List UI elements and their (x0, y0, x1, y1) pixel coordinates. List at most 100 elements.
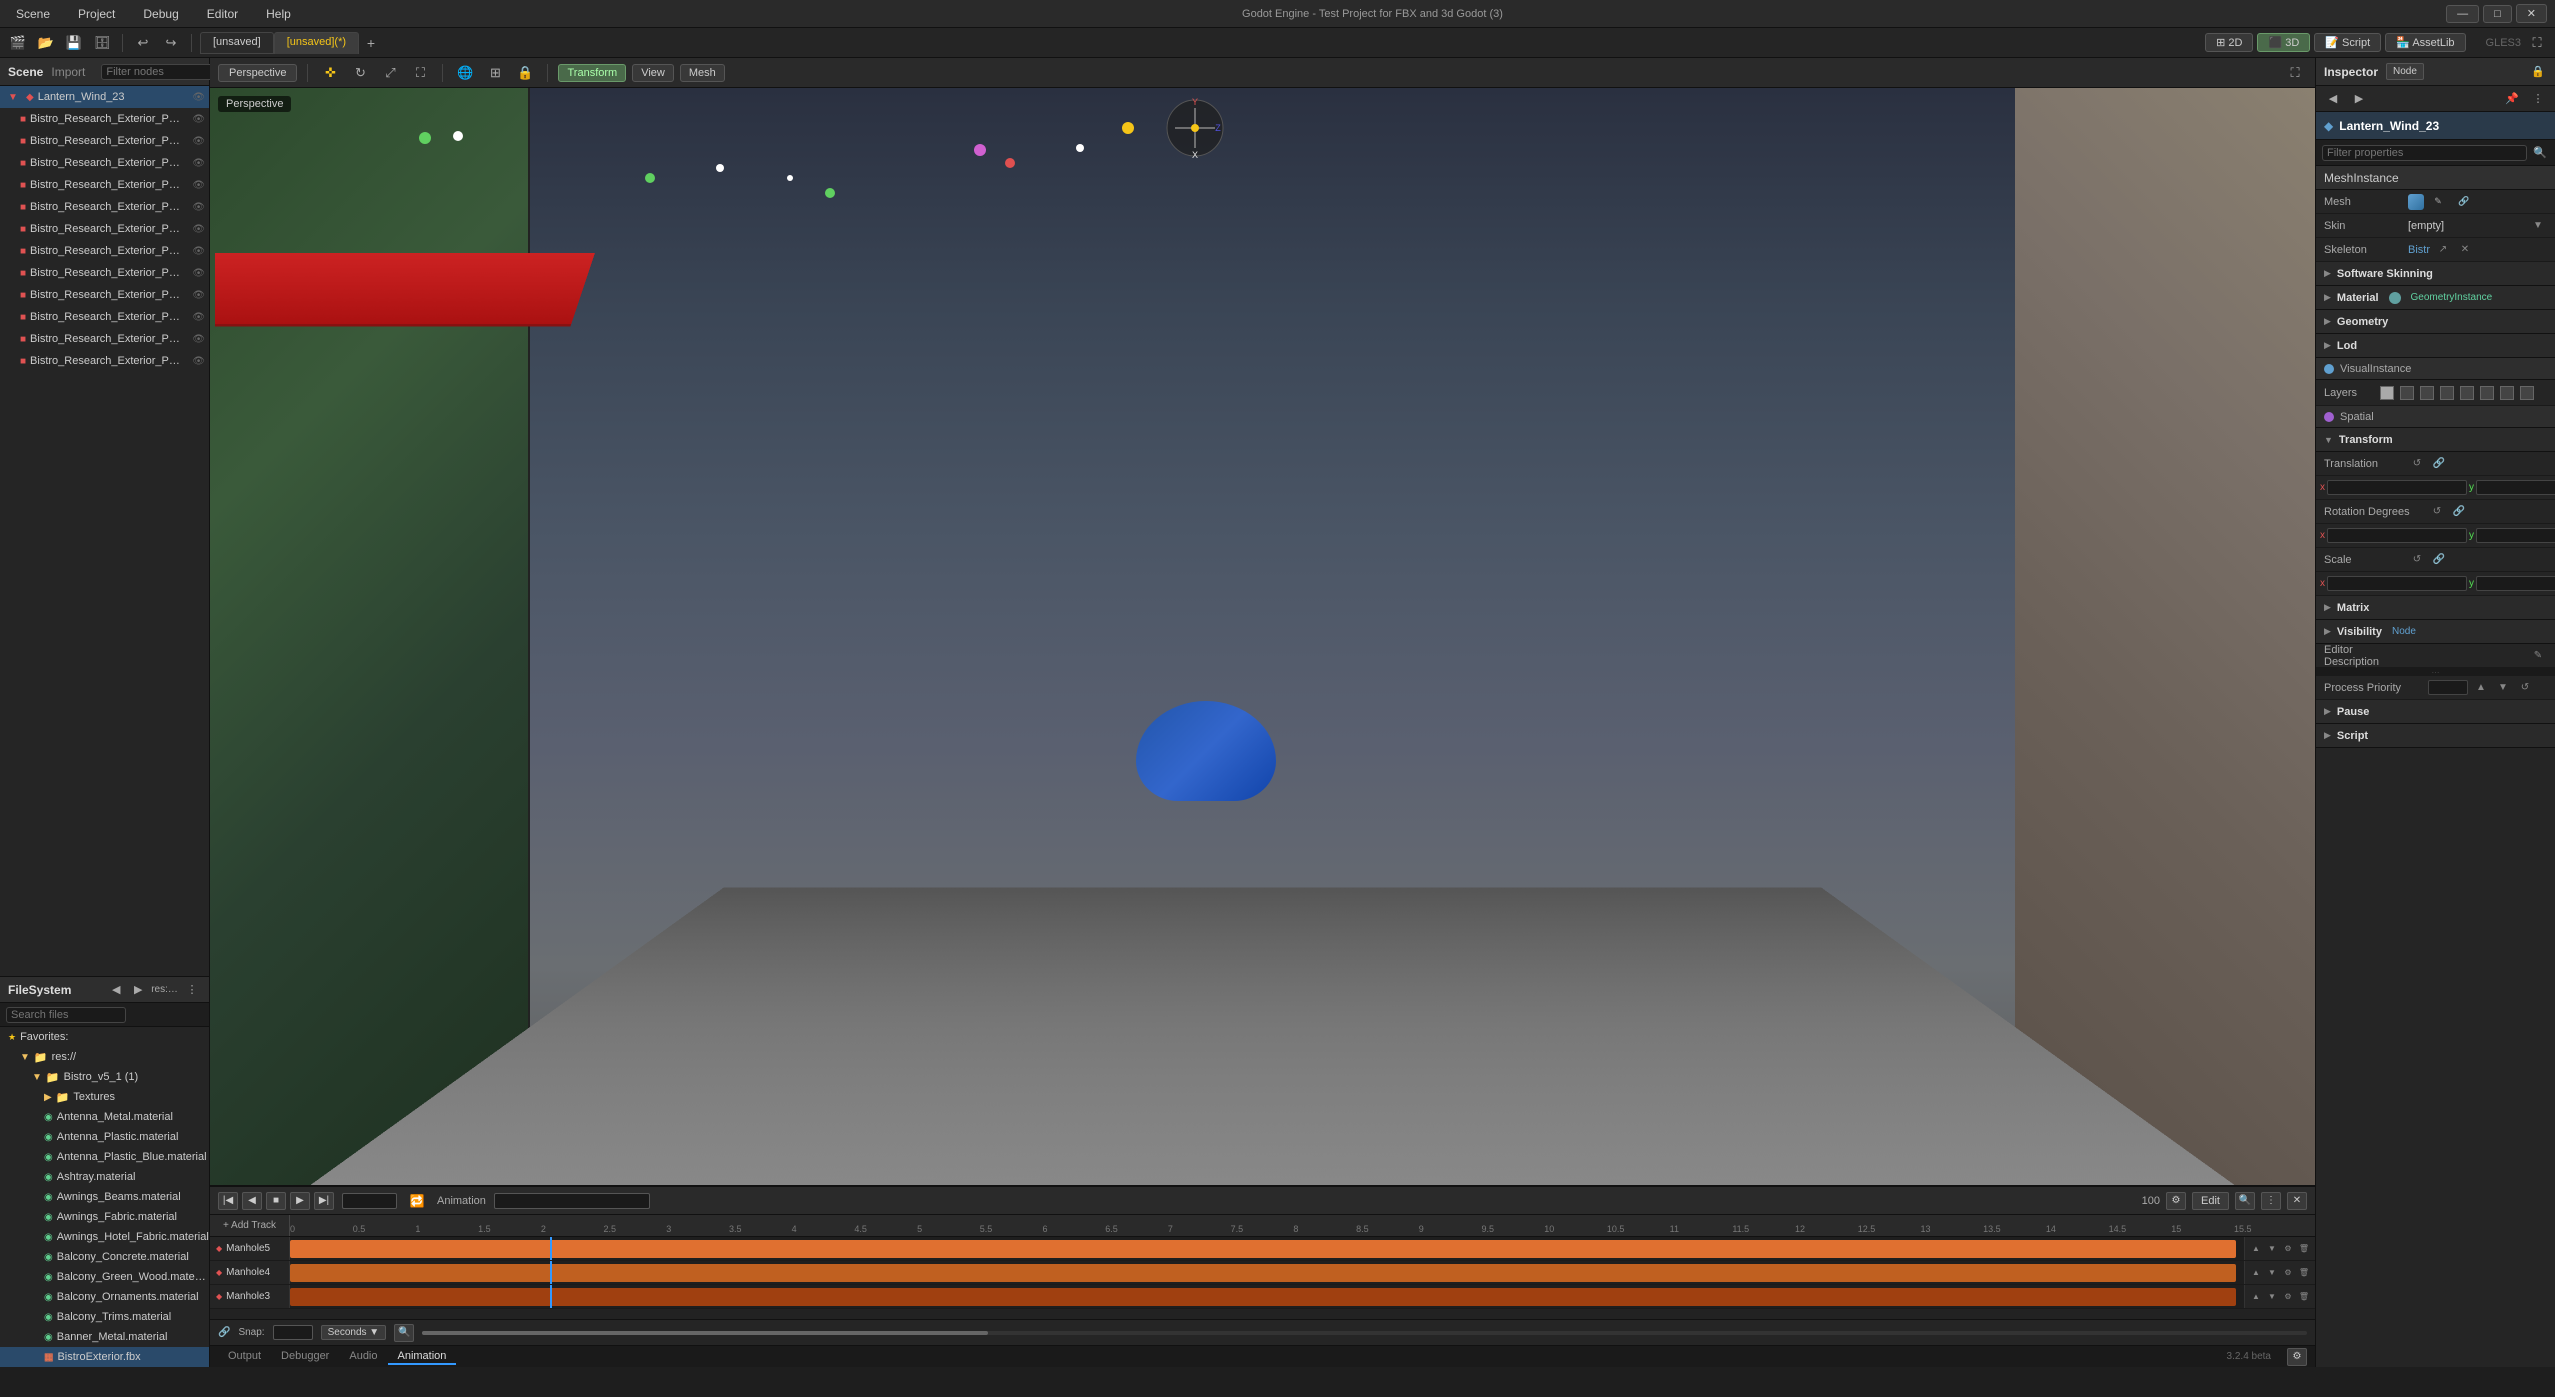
fs-item-antenna-metal[interactable]: ◉ Antenna_Metal.material (0, 1107, 209, 1127)
mode-3d-btn[interactable]: ⬛ 3D (2257, 33, 2310, 52)
vp-snap-options-btn[interactable]: 🔒 (513, 62, 537, 84)
transform-section-header[interactable]: ▼ Transform (2316, 428, 2555, 452)
tl-scrollbar[interactable] (422, 1331, 2307, 1335)
mesh-edit-btn[interactable]: ✎ (2426, 191, 2450, 213)
tl-zoom-out-btn[interactable]: 🔍 (394, 1324, 414, 1342)
tl-skip-start-btn[interactable]: |◀ (218, 1192, 238, 1210)
tl-track-options-1[interactable]: ⚙ (2281, 1266, 2295, 1280)
fs-options-btn[interactable]: ⋮ (183, 981, 201, 999)
fs-item-antenna-plastic-blue[interactable]: ◉ Antenna_Plastic_Blue.material (0, 1147, 209, 1167)
tree-item-11[interactable]: ■ Bistro_Research_Exterior_Paris_Buil...… (0, 328, 209, 350)
fs-item-balcony-trims[interactable]: ◉ Balcony_Trims.material (0, 1307, 209, 1327)
scale-reset-btn[interactable]: ↺ (2408, 551, 2426, 569)
vp-snap-btn[interactable]: ⊞ (483, 62, 507, 84)
scale-y-input[interactable]: 1 (2476, 576, 2555, 591)
process-priority-reset-btn[interactable]: ↺ (2516, 679, 2534, 697)
redo-btn[interactable]: ↪ (159, 32, 183, 54)
rotation-reset-btn[interactable]: ↺ (2428, 503, 2446, 521)
scale-link-btn[interactable]: 🔗 (2430, 551, 2448, 569)
tl-edit-btn[interactable]: Edit (2192, 1192, 2229, 1210)
visibility-toggle-6[interactable]: 👁 (192, 224, 205, 235)
snap-value-input[interactable]: 0.1 (273, 1325, 313, 1340)
fs-search-input[interactable] (6, 1007, 126, 1023)
mode-assetlib-btn[interactable]: 🏪 AssetLib (2385, 33, 2465, 52)
add-tab-btn[interactable]: + (359, 32, 383, 54)
menu-debug[interactable]: Debug (135, 5, 186, 23)
tree-item-7[interactable]: ■ Bistro_Research_Exterior_Paris_Buil...… (0, 240, 209, 262)
lod-section[interactable]: ▶ Lod (2316, 334, 2555, 358)
layer-box-2[interactable] (2420, 386, 2434, 400)
layer-box-3[interactable] (2440, 386, 2454, 400)
inspector-resize-handle[interactable]: ⋯ (2316, 668, 2555, 676)
rotation-x-input[interactable]: -87.04 (2327, 528, 2467, 543)
vp-transform-btn[interactable]: Transform (558, 64, 626, 82)
visibility-toggle-11[interactable]: 👁 (192, 334, 205, 345)
vp-mesh-btn[interactable]: Mesh (680, 64, 725, 82)
window-maximize[interactable]: □ (2483, 5, 2512, 23)
layer-box-4[interactable] (2460, 386, 2474, 400)
tree-item-4[interactable]: ■ Bistro_Research_Exterior_Paris_Buil...… (0, 174, 209, 196)
fs-item-antenna-plastic[interactable]: ◉ Antenna_Plastic.material (0, 1127, 209, 1147)
open-scene-btn[interactable]: 📂 (34, 32, 58, 54)
tab-output[interactable]: Output (218, 1349, 271, 1365)
tl-close-btn[interactable]: ✕ (2287, 1192, 2307, 1210)
viewport-canvas[interactable]: Perspective (210, 88, 2315, 1185)
import-panel-title[interactable]: Import (51, 65, 85, 79)
matrix-section[interactable]: ▶ Matrix (2316, 596, 2555, 620)
tree-item-10[interactable]: ■ Bistro_Research_Exterior_Paris_Buil...… (0, 306, 209, 328)
fs-item-textures[interactable]: ▶ 📁 Textures (0, 1087, 209, 1107)
rotation-y-input[interactable]: 151.4 (2476, 528, 2555, 543)
tl-play-btn[interactable]: ▶ (290, 1192, 310, 1210)
material-section[interactable]: ▶ Material GeometryInstance (2316, 286, 2555, 310)
translation-x-input[interactable]: -110.2 (2327, 480, 2467, 495)
fs-item-bistroexterior[interactable]: ▦ BistroExterior.fbx (0, 1347, 209, 1367)
fs-item-banner-metal[interactable]: ◉ Banner_Metal.material (0, 1327, 209, 1347)
vp-view-btn[interactable]: View (632, 64, 674, 82)
tl-track-delete-2[interactable]: 🗑 (2297, 1290, 2311, 1304)
save-scene-btn[interactable]: 💾 (62, 32, 86, 54)
tree-item-0[interactable]: ▼ ◆ Lantern_Wind_23 👁 (0, 86, 209, 108)
tree-item-8[interactable]: ■ Bistro_Research_Exterior_Paris_Buil...… (0, 262, 209, 284)
fs-item-balcony-concrete[interactable]: ◉ Balcony_Concrete.material (0, 1247, 209, 1267)
window-minimize[interactable]: — (2446, 5, 2479, 23)
visibility-toggle-5[interactable]: 👁 (192, 202, 205, 213)
tree-item-5[interactable]: ■ Bistro_Research_Exterior_Paris_Buil...… (0, 196, 209, 218)
menu-editor[interactable]: Editor (199, 5, 246, 23)
tl-track-expand-1[interactable]: ▲ (2249, 1266, 2263, 1280)
tl-scrollbar-thumb[interactable] (422, 1331, 987, 1335)
pause-section[interactable]: ▶ Pause (2316, 700, 2555, 724)
tl-stop-btn[interactable]: ■ (266, 1192, 286, 1210)
tl-time-input[interactable]: 12.466 (342, 1193, 397, 1209)
fs-item-balcony-green-wood[interactable]: ◉ Balcony_Green_Wood.material (0, 1267, 209, 1287)
fs-item-bistro-folder[interactable]: ▼ 📁 Bistro_v5_1 (1) (0, 1067, 209, 1087)
tl-search-btn[interactable]: 🔍 (2235, 1192, 2255, 1210)
rotation-link-btn[interactable]: 🔗 (2450, 503, 2468, 521)
tl-track-expand-0[interactable]: ▲ (2249, 1242, 2263, 1256)
vp-local-global-btn[interactable]: 🌐 (453, 62, 477, 84)
mode-script-btn[interactable]: 📝 Script (2314, 33, 2381, 52)
vp-move-tool[interactable]: ✜ (318, 62, 342, 84)
fs-item-balcony-ornaments[interactable]: ◉ Balcony_Ornaments.material (0, 1287, 209, 1307)
skeleton-assign-btn[interactable]: ↗ (2434, 241, 2452, 259)
vp-fullscreen-btn[interactable]: ⛶ (2283, 62, 2307, 84)
tl-loop-btn[interactable]: 🔁 (405, 1190, 429, 1212)
tl-skip-end-btn[interactable]: ▶| (314, 1192, 334, 1210)
menu-project[interactable]: Project (70, 5, 123, 23)
tree-item-3[interactable]: ■ Bistro_Research_Exterior_Paris_Buil...… (0, 152, 209, 174)
new-scene-btn[interactable]: 🎬 (6, 32, 30, 54)
translation-y-input[interactable]: 319.0 (2476, 480, 2555, 495)
visibility-toggle-1[interactable]: 👁 (192, 114, 205, 125)
scale-x-input[interactable]: 1 (2327, 576, 2467, 591)
insp-pin-btn[interactable]: 📌 (2501, 89, 2523, 109)
fullscreen-btn[interactable]: ⛶ (2525, 32, 2549, 54)
fs-item-ashtray[interactable]: ◉ Ashtray.material (0, 1167, 209, 1187)
fs-nav-back-btn[interactable]: ◀ (107, 981, 125, 999)
tl-track-contract-2[interactable]: ▼ (2265, 1290, 2279, 1304)
fs-nav-fwd-btn[interactable]: ▶ (129, 981, 147, 999)
tl-track-expand-2[interactable]: ▲ (2249, 1290, 2263, 1304)
tl-track-content-0[interactable] (290, 1237, 2244, 1260)
visibility2-section[interactable]: ▶ Visibility Node (2316, 620, 2555, 644)
fs-item-awnings-hotel[interactable]: ◉ Awnings_Hotel_Fabric.material (0, 1227, 209, 1247)
mesh-link-btn[interactable]: 🔗 (2452, 191, 2476, 213)
visibility-toggle-2[interactable]: 👁 (192, 136, 205, 147)
